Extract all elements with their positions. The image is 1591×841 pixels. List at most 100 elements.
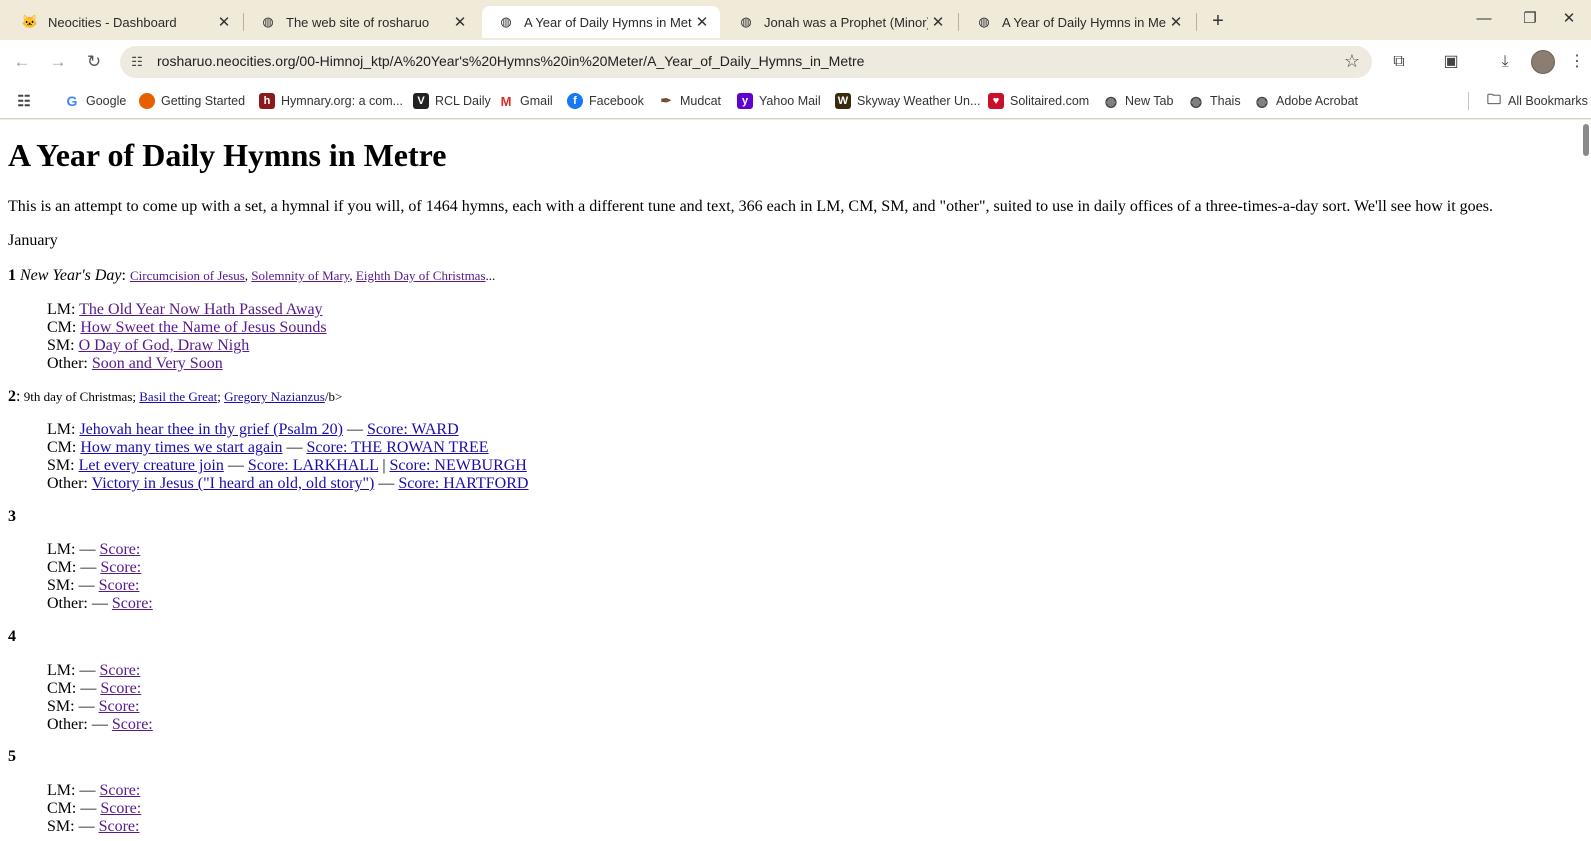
back-icon[interactable]: ← [8, 48, 36, 76]
link-gregory[interactable]: Gregory Nazianzus [224, 389, 325, 404]
meter-label: SM: [47, 457, 79, 474]
url-text[interactable]: rosharuo.neocities.org/00-Himnoj_ktp/A%2… [157, 53, 864, 69]
score-link[interactable]: Score: [100, 680, 141, 697]
score-link[interactable]: Score: LARKHALL [248, 457, 379, 474]
bookmark-label: Thais [1210, 94, 1241, 108]
bookmark-yahoo-mail[interactable]: y Yahoo Mail [737, 92, 821, 110]
day-5-cm: CM: — Score: [47, 800, 141, 818]
day-number: 1 [8, 267, 16, 284]
tab-search-icon[interactable]: ▣ [1439, 50, 1463, 74]
bookmark-getting-started[interactable]: Getting Started [139, 92, 245, 110]
bookmark-thais[interactable]: ◍ Thais [1188, 92, 1241, 110]
close-icon[interactable]: ✕ [1166, 13, 1186, 31]
close-icon[interactable]: ✕ [450, 13, 470, 31]
restore-icon[interactable]: ❐ [1508, 6, 1552, 34]
bookmark-new-tab[interactable]: ◍ New Tab [1103, 92, 1174, 110]
day-2-sm: SM: Let every creature join — Score: LAR… [47, 457, 527, 475]
link-circumcision[interactable]: Circumcision of Jesus [130, 268, 245, 283]
day-1-lm: LM: The Old Year Now Hath Passed Away [47, 301, 323, 319]
apps-grid-icon[interactable]: ☷ [16, 92, 38, 110]
score-link[interactable]: Score: [99, 662, 140, 679]
score-link[interactable]: Score: HARTFORD [398, 475, 528, 492]
tab-hymns-2[interactable]: ◍ A Year of Daily Hymns in Metre ✕ [960, 6, 1194, 38]
score-link[interactable]: Score: [99, 698, 140, 715]
tab-hymns-active[interactable]: ◍ A Year of Daily Hymns in Metre ✕ [482, 6, 720, 38]
score-link[interactable]: Score: [99, 818, 140, 835]
close-icon[interactable]: ✕ [928, 13, 948, 31]
day-name: New Year's Day [20, 267, 122, 284]
download-icon[interactable]: ⤓ [1493, 50, 1517, 74]
bookmark-google[interactable]: G Google [64, 92, 127, 110]
score-link[interactable]: Score: [99, 541, 140, 558]
score-link[interactable]: Score: [112, 716, 153, 733]
hymn-link[interactable]: Victory in Jesus ("I heard an old, old s… [92, 475, 375, 492]
close-window-icon[interactable]: ✕ [1547, 6, 1591, 34]
day-3-heading: 3 [8, 508, 16, 526]
bookmark-rcl-daily[interactable]: V RCL Daily [413, 92, 491, 110]
bookmark-mudcat[interactable]: ✒ Mudcat [658, 92, 721, 110]
hymn-link[interactable]: Soon and Very Soon [92, 355, 223, 372]
minimize-icon[interactable]: — [1462, 6, 1506, 34]
bookmarks-divider [1468, 92, 1469, 110]
score-link[interactable]: Score: THE ROWAN TREE [307, 439, 489, 456]
facebook-icon: f [567, 93, 583, 109]
new-tab-button[interactable]: + [1206, 10, 1230, 34]
hymn-link[interactable]: Jehovah hear thee in thy grief (Psalm 20… [79, 421, 342, 438]
reload-icon[interactable]: ↻ [80, 48, 108, 76]
score-link[interactable]: Score: WARD [367, 421, 459, 438]
bookmark-label: Yahoo Mail [759, 94, 821, 108]
hymn-link[interactable]: How many times we start again [80, 439, 282, 456]
meter-label: Other: [47, 355, 92, 372]
hymn-link[interactable]: O Day of God, Draw Nigh [79, 337, 250, 354]
score-link[interactable]: Score: [99, 782, 140, 799]
score-link[interactable]: Score: [100, 800, 141, 817]
link-basil[interactable]: Basil the Great [139, 389, 217, 404]
meter-label: SM: [47, 337, 79, 354]
score-link[interactable]: Score: NEWBURGH [390, 457, 527, 474]
day-4-lm: LM: — Score: [47, 662, 140, 680]
bookmark-label: Hymnary.org: a com... [281, 94, 404, 108]
menu-kebab-icon[interactable]: ⋮ [1565, 50, 1589, 74]
meter-label: CM: [47, 319, 81, 336]
vertical-scrollbar[interactable] [1575, 121, 1591, 841]
tab-rosharuo-site[interactable]: ◍ The web site of rosharuo ✕ [244, 6, 478, 38]
close-icon[interactable]: ✕ [214, 13, 234, 31]
bookmark-label: Skyway Weather Un... [857, 94, 981, 108]
avatar[interactable] [1531, 50, 1555, 74]
cat-icon: 🐱 [21, 14, 39, 29]
hymn-link[interactable]: The Old Year Now Hath Passed Away [79, 301, 322, 318]
score-link[interactable]: Score: [100, 559, 141, 576]
bookmark-solitaired[interactable]: ♥ Solitaired.com [988, 92, 1089, 110]
extensions-icon[interactable]: ⧉ [1387, 50, 1411, 74]
address-bar[interactable]: ☷ rosharuo.neocities.org/00-Himnoj_ktp/A… [120, 46, 1372, 78]
score-link[interactable]: Score: [99, 577, 140, 594]
meter-label: CM: — [47, 800, 101, 817]
link-solemnity[interactable]: Solemnity of Mary [251, 268, 349, 283]
bookmark-skyway[interactable]: W Skyway Weather Un... [835, 92, 980, 110]
bookmark-hymnary[interactable]: h Hymnary.org: a com... [259, 92, 403, 110]
tab-neocities-dashboard[interactable]: 🐱 Neocities - Dashboard ✕ [6, 6, 242, 38]
day-4-sm: SM: — Score: [47, 698, 139, 716]
meter-label: LM: — [47, 662, 100, 679]
meter-label: CM: — [47, 559, 101, 576]
page-content: A Year of Daily Hymns in Metre This is a… [0, 121, 1575, 841]
link-eighth-day[interactable]: Eighth Day of Christmas [356, 268, 486, 283]
meter-label: CM: — [47, 680, 101, 697]
day-2-heading: 2: 9th day of Christmas; Basil the Great… [8, 388, 342, 406]
bookmark-gmail[interactable]: M Gmail [498, 92, 553, 110]
bookmark-adobe-acrobat[interactable]: ◍ Adobe Acrobat [1254, 92, 1358, 110]
day-number: 4 [8, 628, 16, 645]
site-info-icon[interactable]: ☷ [128, 53, 146, 71]
forward-icon[interactable]: → [44, 48, 72, 76]
globe-icon: ◍ [262, 14, 274, 29]
bookmark-facebook[interactable]: f Facebook [567, 92, 644, 110]
all-bookmarks[interactable]: 🗀 All Bookmarks [1486, 91, 1588, 110]
tab-jonah[interactable]: ◍ Jonah was a Prophet (Minor) ✕ [722, 6, 956, 38]
score-link[interactable]: Score: [112, 595, 153, 612]
scrollbar-thumb[interactable] [1583, 124, 1589, 156]
hymn-link[interactable]: Let every creature join [79, 457, 224, 474]
bookmark-star-icon[interactable]: ☆ [1344, 51, 1360, 72]
hymn-link[interactable]: How Sweet the Name of Jesus Sounds [80, 319, 326, 336]
close-icon[interactable]: ✕ [692, 13, 712, 31]
tab-title: The web site of rosharuo [286, 14, 430, 30]
